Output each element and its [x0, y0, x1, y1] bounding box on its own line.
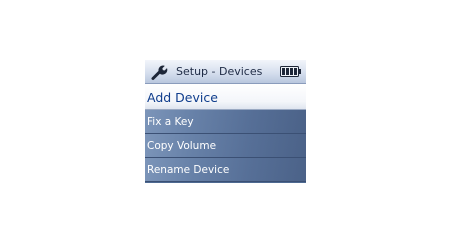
menu-item-label: Copy Volume [147, 140, 217, 152]
menu-item-label: Add Device [147, 90, 218, 105]
menu-item-fix-a-key[interactable]: Fix a Key [145, 110, 306, 134]
battery-icon [280, 66, 301, 77]
wrench-icon [151, 65, 168, 80]
menu-item-label: Rename Device [147, 164, 230, 176]
menu-item-copy-volume[interactable]: Copy Volume [145, 134, 306, 158]
menu-item-add-device[interactable]: Add Device [145, 84, 306, 110]
title-bar: Setup - Devices [145, 60, 306, 84]
page-title: Setup - Devices [176, 65, 263, 78]
menu-item-rename-device[interactable]: Rename Device [145, 158, 306, 182]
menu-list: Add Device Fix a Key Copy Volume Rename … [145, 84, 306, 182]
device-screen: Setup - Devices Add Device Fix a Key Cop… [145, 60, 306, 183]
menu-item-label: Fix a Key [147, 116, 194, 128]
